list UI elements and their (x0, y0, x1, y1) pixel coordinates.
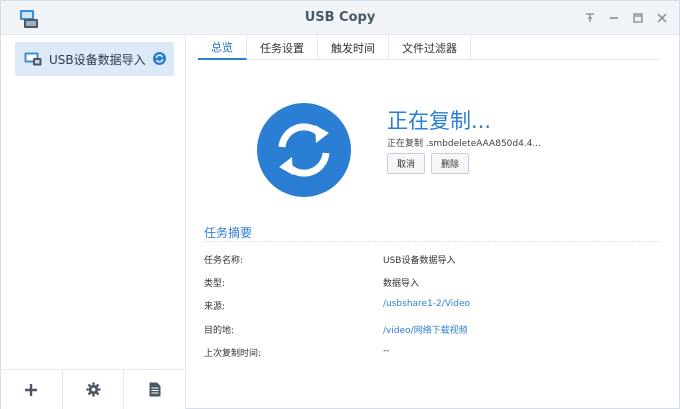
add-task-button[interactable] (1, 370, 63, 409)
sidebar: USB设备数据导入 (1, 35, 186, 409)
summary-row-destination: 目的地: /video/网络下载视频 (204, 323, 660, 339)
summary-value: USB设备数据导入 (383, 256, 456, 266)
destination-link[interactable]: /video/网络下载视频 (383, 323, 468, 336)
summary-value: -- (383, 346, 390, 356)
tab-task-settings[interactable]: 任务设置 (247, 35, 318, 60)
summary-key: 上次复制时间: (204, 349, 262, 359)
log-icon (149, 382, 161, 397)
summary-value: 数据导入 (383, 279, 420, 289)
log-button[interactable] (124, 370, 185, 409)
close-icon[interactable] (653, 9, 671, 27)
tab-overview[interactable]: 总览 (198, 35, 247, 60)
summary-key: 类型: (204, 279, 226, 289)
gear-icon (85, 382, 101, 397)
sync-icon (153, 52, 166, 65)
tab-bar: 总览 任务设置 触发时间 文件过滤器 (198, 35, 660, 60)
status-title: 正在复制... (387, 109, 492, 133)
summary-key: 来源: (204, 302, 226, 312)
window-title: USB Copy (304, 10, 376, 25)
current-file-text: 正在复制 .smbdeleteAAA850d4.4... (387, 139, 542, 149)
add-icon (25, 383, 38, 396)
summary-key: 目的地: (204, 326, 235, 336)
title-bar: USB Copy (1, 1, 679, 35)
summary-row-type: 类型: 数据导入 (204, 276, 660, 292)
maximize-icon[interactable] (629, 9, 647, 27)
source-link[interactable]: /usbshare1-2/Video (383, 299, 470, 309)
copying-sync-icon (257, 103, 351, 197)
summary-divider (204, 241, 660, 242)
sidebar-item-label: USB设备数据导入 (49, 52, 146, 67)
summary-row-task-name: 任务名称: USB设备数据导入 (204, 253, 660, 269)
sidebar-toolbar (1, 369, 185, 409)
summary-title: 任务摘要 (204, 226, 253, 240)
usb-copy-window: USB Copy USB设备数据导入 总览 任务设置 触发时间 文件过滤器 正在… (0, 0, 680, 409)
summary-row-last-copy-time: 上次复制时间: -- (204, 346, 660, 362)
minimize-icon[interactable] (605, 9, 623, 27)
cancel-button[interactable]: 取消 (387, 153, 425, 174)
usb-device-icon (24, 52, 42, 66)
tab-file-filter[interactable]: 文件过滤器 (389, 35, 471, 60)
delete-button[interactable]: 删除 (431, 153, 469, 174)
summary-key: 任务名称: (204, 256, 244, 266)
sidebar-item-usb-import[interactable]: USB设备数据导入 (15, 42, 174, 76)
settings-button[interactable] (63, 370, 125, 409)
pin-icon[interactable] (581, 9, 599, 27)
tab-trigger-time[interactable]: 触发时间 (318, 35, 389, 60)
summary-row-source: 来源: /usbshare1-2/Video (204, 299, 660, 315)
